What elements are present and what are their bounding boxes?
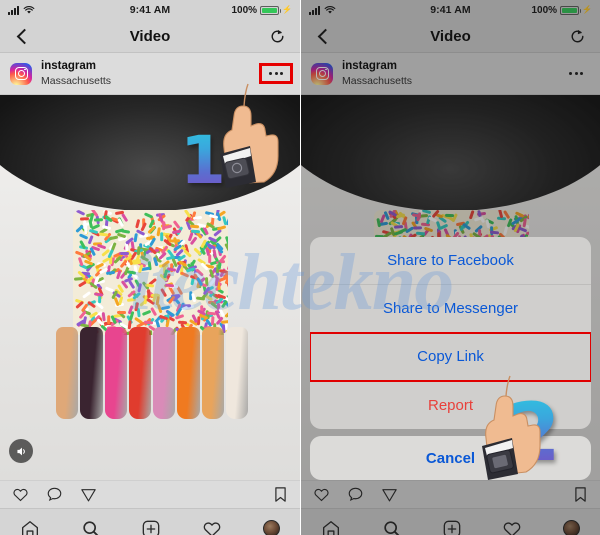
- media-clay-sticks: [56, 327, 248, 419]
- bookmark-save-icon[interactable]: [273, 486, 288, 503]
- more-options-button[interactable]: [262, 66, 290, 81]
- refresh-icon: [269, 28, 286, 45]
- more-options-icon: [262, 66, 290, 81]
- home-icon[interactable]: [20, 519, 40, 535]
- battery-icon: [260, 6, 279, 15]
- post-action-row: [0, 480, 300, 508]
- step-2-number: 2: [505, 393, 561, 473]
- post-media[interactable]: [0, 95, 300, 480]
- mute-button[interactable]: [9, 439, 33, 463]
- activity-heart-icon[interactable]: [202, 519, 222, 535]
- post-header: instagram Massachusetts: [0, 53, 300, 95]
- action-sheet-item[interactable]: Share to Messenger: [310, 285, 591, 333]
- right-phone-screen: 9:41 AM 100% ⚡ Video instagram Massachus…: [300, 0, 600, 535]
- bottom-tab-bar: [0, 508, 300, 535]
- back-button[interactable]: [12, 25, 34, 47]
- post-header-text: instagram Massachusetts: [41, 60, 111, 86]
- add-post-icon[interactable]: [141, 519, 161, 535]
- battery-percent-label: 100%: [231, 5, 257, 16]
- status-bar-right: 100% ⚡: [231, 5, 292, 16]
- post-location[interactable]: Massachusetts: [41, 75, 111, 87]
- page-title: Video: [0, 28, 300, 45]
- share-paperplane-icon[interactable]: [80, 486, 97, 503]
- left-phone-screen: 9:41 AM 100% ⚡ Video instagram Massachus…: [0, 0, 300, 535]
- tutorial-screenshot: 9:41 AM 100% ⚡ Video instagram Massachus…: [0, 0, 600, 535]
- action-sheet-item[interactable]: Copy Link: [310, 333, 591, 381]
- navigation-bar: Video: [0, 20, 300, 53]
- comment-bubble-icon[interactable]: [46, 486, 63, 503]
- heart-like-icon[interactable]: [12, 486, 29, 503]
- profile-avatar-icon[interactable]: [263, 520, 280, 535]
- action-sheet-item[interactable]: Share to Facebook: [310, 237, 591, 285]
- step-1-number: 1: [180, 128, 226, 194]
- charging-bolt-icon: ⚡: [282, 6, 292, 14]
- post-username[interactable]: instagram: [41, 60, 111, 73]
- refresh-button[interactable]: [266, 25, 288, 47]
- search-icon[interactable]: [81, 519, 101, 535]
- instagram-logo-icon: [10, 63, 32, 85]
- media-sprinkle-cube: [73, 210, 228, 335]
- back-chevron-icon: [17, 28, 33, 44]
- mute-speaker-icon: [15, 445, 28, 458]
- status-bar: 9:41 AM 100% ⚡: [0, 0, 300, 20]
